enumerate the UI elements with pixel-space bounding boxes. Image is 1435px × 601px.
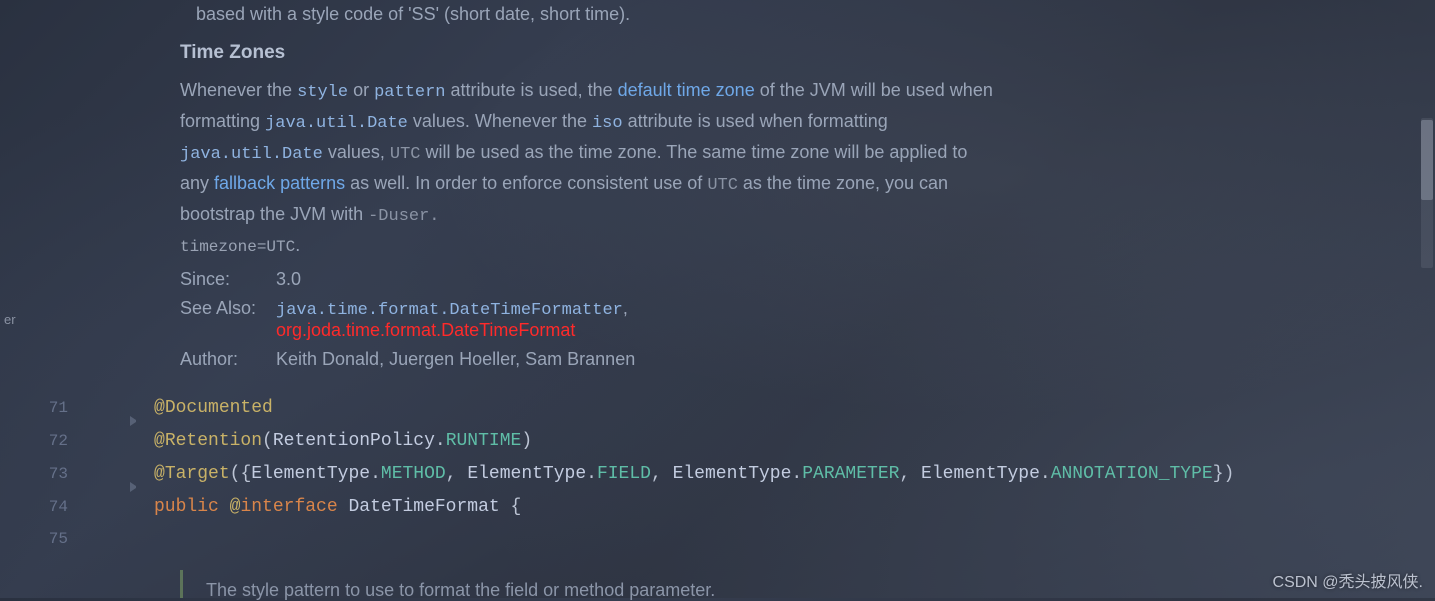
line-number: 71	[0, 399, 102, 417]
dot: .	[435, 431, 446, 451]
link-default-time-zone[interactable]: default time zone	[618, 80, 755, 100]
code-java-util-date: java.util.Date	[265, 114, 408, 133]
javadoc-indent-bar	[180, 570, 183, 598]
text: or	[348, 80, 374, 100]
keyword-public: public	[154, 497, 230, 517]
annotation-at: @	[230, 497, 241, 517]
dot: .	[791, 464, 802, 484]
line-number: 74	[0, 498, 102, 516]
code-line-74[interactable]: 74 public @interface DateTimeFormat {	[0, 497, 1435, 530]
heading-time-zones: Time Zones	[180, 42, 1000, 64]
annotation-documented: Documented	[165, 398, 273, 418]
see-also-label: See Also:	[180, 298, 258, 320]
link-fallback-patterns[interactable]: fallback patterns	[214, 173, 345, 193]
dot: .	[586, 464, 597, 484]
annotation-target: Target	[165, 464, 230, 484]
text: .	[295, 235, 300, 255]
fold-icon[interactable]	[130, 416, 140, 426]
code-iso: iso	[592, 114, 623, 133]
dot: .	[370, 464, 381, 484]
dot: .	[1040, 464, 1051, 484]
text: values,	[323, 142, 390, 162]
comma: ,	[651, 464, 673, 484]
const-field: FIELD	[597, 464, 651, 484]
sidebar-fragment: er	[0, 310, 20, 329]
space	[338, 497, 349, 517]
type-elementtype: ElementType	[921, 464, 1040, 484]
code-editor[interactable]: 71 @Documented 72 @Retention(RetentionPo…	[0, 398, 1435, 563]
code-utc: UTC	[390, 145, 421, 164]
brace-open: {	[240, 464, 251, 484]
doc-paragraph-tz: Whenever the style or pattern attribute …	[180, 76, 1000, 261]
type-elementtype: ElementType	[467, 464, 586, 484]
const-method: METHOD	[381, 464, 446, 484]
const-annotation-type: ANNOTATION_TYPE	[1051, 464, 1213, 484]
annotation-at: @	[154, 431, 165, 451]
paren-open: (	[230, 464, 241, 484]
type-elementtype: ElementType	[251, 464, 370, 484]
since-value: 3.0	[276, 269, 1000, 290]
const-parameter: PARAMETER	[802, 464, 899, 484]
text: Whenever the	[180, 80, 297, 100]
line-number: 73	[0, 465, 102, 483]
code-pattern: pattern	[374, 83, 445, 102]
code-line-75[interactable]: 75	[0, 530, 1435, 563]
type-retentionpolicy: RetentionPolicy	[273, 431, 435, 451]
fold-icon[interactable]	[130, 482, 140, 492]
link-joda-datetimeformat[interactable]: org.joda.time.format.DateTimeFormat	[276, 320, 575, 340]
line-number: 75	[0, 530, 102, 548]
doc-line-prev: based with a style code of 'SS' (short d…	[180, 0, 1000, 28]
code-java-util-date-2: java.util.Date	[180, 145, 323, 164]
author-label: Author:	[180, 349, 258, 370]
author-value: Keith Donald, Juergen Hoeller, Sam Brann…	[276, 349, 1000, 370]
meta-author: Author: Keith Donald, Juergen Hoeller, S…	[180, 349, 1000, 370]
text: values. Whenever the	[408, 111, 592, 131]
since-label: Since:	[180, 269, 258, 290]
line-number: 72	[0, 432, 102, 450]
class-name: DateTimeFormat	[348, 497, 499, 517]
see-also-line2: org.joda.time.format.DateTimeFormat	[276, 320, 1000, 341]
text: attribute is used, the	[446, 80, 618, 100]
code-timezone-utc: timezone=UTC	[180, 238, 295, 256]
brace-close: }	[1213, 464, 1224, 484]
meta-since: Since: 3.0	[180, 269, 1000, 290]
paren-open: (	[262, 431, 273, 451]
text: ,	[623, 298, 628, 318]
code-style: style	[297, 83, 348, 102]
link-datetimeformatter[interactable]: java.time.format.DateTimeFormatter	[276, 301, 623, 320]
scrollbar-thumb[interactable]	[1421, 120, 1433, 200]
annotation-at: @	[154, 398, 165, 418]
annotation-at: @	[154, 464, 165, 484]
paren-close: )	[1224, 464, 1235, 484]
watermark: CSDN @秃头披风侠.	[1273, 568, 1423, 592]
code-line-73[interactable]: 73 @Target({ElementType.METHOD, ElementT…	[0, 464, 1435, 497]
code-line-72[interactable]: 72 @Retention(RetentionPolicy.RUNTIME)	[0, 431, 1435, 464]
keyword-interface: interface	[240, 497, 337, 517]
text: attribute is used when formatting	[623, 111, 888, 131]
paren-close: )	[521, 431, 532, 451]
text: as well. In order to enforce consistent …	[345, 173, 707, 193]
meta-see-also: See Also: java.time.format.DateTimeForma…	[180, 298, 1000, 320]
comma: ,	[899, 464, 921, 484]
type-elementtype: ElementType	[673, 464, 792, 484]
const-runtime: RUNTIME	[446, 431, 522, 451]
annotation-retention: Retention	[165, 431, 262, 451]
code-duser: -Duser.	[368, 207, 439, 226]
comma: ,	[446, 464, 468, 484]
javadoc-panel: based with a style code of 'SS' (short d…	[180, 0, 1000, 370]
code-line-71[interactable]: 71 @Documented	[0, 398, 1435, 431]
code-utc-2: UTC	[707, 176, 738, 195]
brace-open: {	[500, 497, 522, 517]
